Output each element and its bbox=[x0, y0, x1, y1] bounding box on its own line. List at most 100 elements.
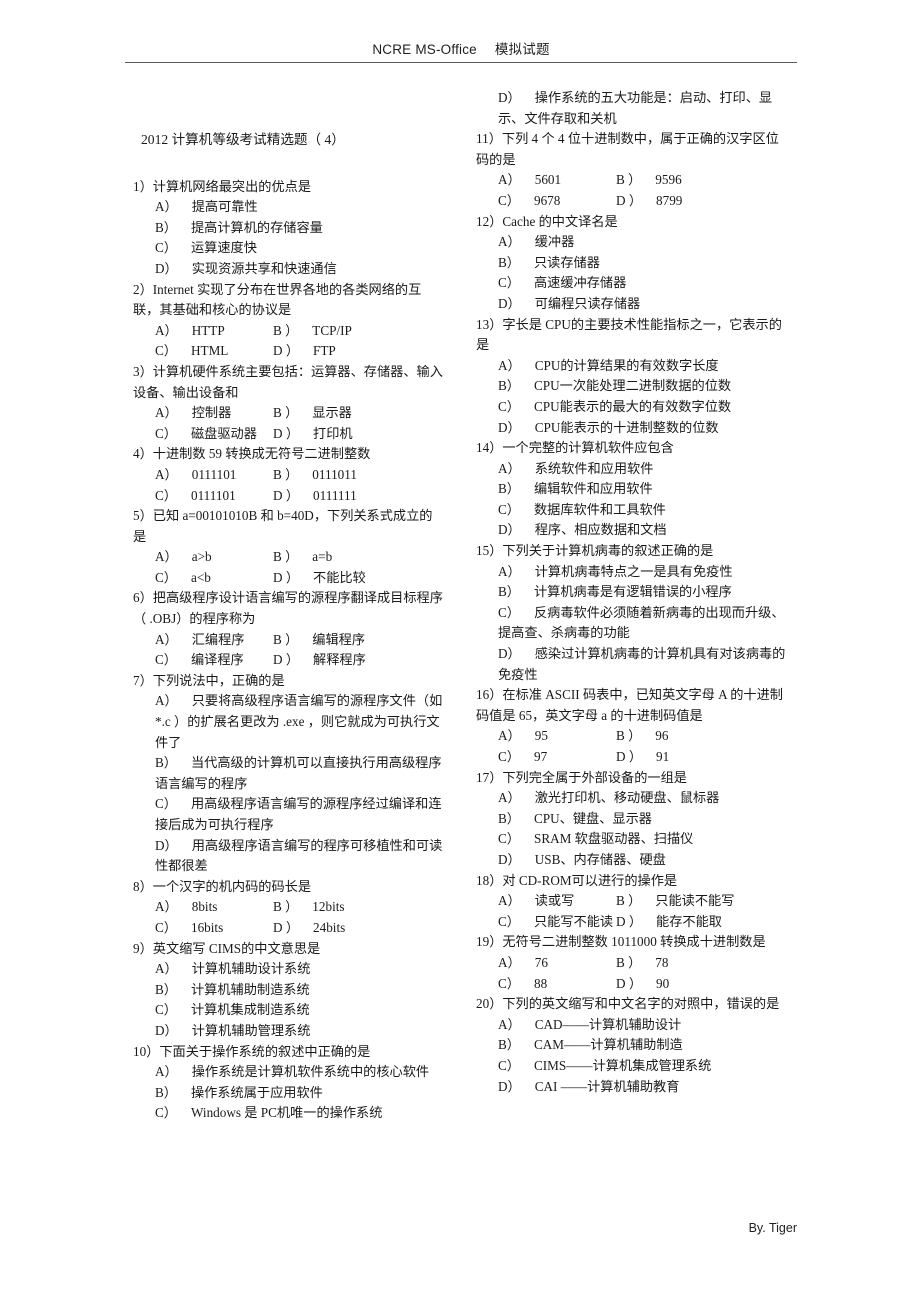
option-row[interactable]: A） 0111101 B ） 0111011 bbox=[133, 465, 445, 486]
option-item[interactable]: B ） 9596 bbox=[616, 170, 682, 191]
option-row[interactable]: A） 95 B ） 96 bbox=[476, 726, 788, 747]
option-item[interactable]: D ） 解释程序 bbox=[273, 650, 366, 671]
option-item[interactable]: D ） 不能比较 bbox=[273, 568, 366, 589]
option-item[interactable]: C） SRAM 软盘驱动器、扫描仪 bbox=[476, 829, 788, 850]
option-item[interactable]: C） 用高级程序语言编写的源程序经过编译和连接后成为可执行程序 bbox=[133, 794, 445, 835]
option-item[interactable]: B） 当代高级的计算机可以直接执行用高级程序语言编写的程序 bbox=[133, 753, 445, 794]
option-item[interactable]: C） 计算机集成制造系统 bbox=[133, 1000, 445, 1021]
option-item[interactable]: D） 计算机辅助管理系统 bbox=[133, 1021, 445, 1042]
option-item[interactable]: D ） 91 bbox=[616, 747, 669, 768]
option-item[interactable]: C） 只能写不能读 bbox=[498, 912, 616, 933]
option-item[interactable]: D ） 8799 bbox=[616, 191, 682, 212]
option-item[interactable]: C） HTML bbox=[155, 341, 273, 362]
option-row[interactable]: A） 控制器 B ） 显示器 bbox=[133, 403, 445, 424]
option-item[interactable]: C） 数据库软件和工具软件 bbox=[476, 500, 788, 521]
option-item[interactable]: B） CPU、键盘、显示器 bbox=[476, 809, 788, 830]
option-item[interactable]: A） 8bits bbox=[155, 897, 273, 918]
option-row[interactable]: A） 8bits B ） 12bits bbox=[133, 897, 445, 918]
option-item[interactable]: D ） 24bits bbox=[273, 918, 345, 939]
option-item[interactable]: B） CPU一次能处理二进制数据的位数 bbox=[476, 376, 788, 397]
option-item[interactable]: D ） 0111111 bbox=[273, 486, 357, 507]
option-item[interactable]: A） 计算机病毒特点之一是具有免疫性 bbox=[476, 562, 788, 583]
option-item[interactable]: D） 可编程只读存储器 bbox=[476, 294, 788, 315]
option-item[interactable]: D） 感染过计算机病毒的计算机具有对该病毒的免疫性 bbox=[476, 644, 788, 685]
option-item[interactable]: B ） 编辑程序 bbox=[273, 630, 365, 651]
option-item[interactable]: B） 只读存储器 bbox=[476, 253, 788, 274]
option-item[interactable]: A） 控制器 bbox=[155, 403, 273, 424]
option-row[interactable]: A） 读或写 B ） 只能读不能写 bbox=[476, 891, 788, 912]
option-row[interactable]: C） 编译程序 D ） 解释程序 bbox=[133, 650, 445, 671]
option-item[interactable]: D ） FTP bbox=[273, 341, 336, 362]
option-item[interactable]: A） 读或写 bbox=[498, 891, 616, 912]
option-item[interactable]: A） 缓冲器 bbox=[476, 232, 788, 253]
option-item[interactable]: B） 编辑软件和应用软件 bbox=[476, 479, 788, 500]
option-row[interactable]: C） 97 D ） 91 bbox=[476, 747, 788, 768]
option-item[interactable]: D） USB、内存储器、硬盘 bbox=[476, 850, 788, 871]
option-row[interactable]: A） a>b B ） a=b bbox=[133, 547, 445, 568]
option-item[interactable]: D） 程序、相应数据和文档 bbox=[476, 520, 788, 541]
option-item[interactable]: C） 高速缓冲存储器 bbox=[476, 273, 788, 294]
option-item[interactable]: B ） 只能读不能写 bbox=[616, 891, 734, 912]
option-item[interactable]: B） 操作系统属于应用软件 bbox=[133, 1083, 445, 1104]
option-item[interactable]: A） 95 bbox=[498, 726, 616, 747]
option-row[interactable]: A） 76 B ） 78 bbox=[476, 953, 788, 974]
option-item[interactable]: A） CPU的计算结果的有效数字长度 bbox=[476, 356, 788, 377]
option-item[interactable]: C） CPU能表示的最大的有效数字位数 bbox=[476, 397, 788, 418]
option-item[interactable]: B ） 12bits bbox=[273, 897, 345, 918]
option-item[interactable]: B） CAM——计算机辅助制造 bbox=[476, 1035, 788, 1056]
option-item[interactable]: D ） 打印机 bbox=[273, 424, 353, 445]
option-item[interactable]: A） 76 bbox=[498, 953, 616, 974]
option-item[interactable]: D） CAI ——计算机辅助教育 bbox=[476, 1077, 788, 1098]
option-item[interactable]: C） 0111101 bbox=[155, 486, 273, 507]
option-row[interactable]: C） HTML D ） FTP bbox=[133, 341, 445, 362]
option-row[interactable]: A） HTTP B ） TCP/IP bbox=[133, 321, 445, 342]
option-item[interactable]: A） CAD——计算机辅助设计 bbox=[476, 1015, 788, 1036]
option-item[interactable]: C） 反病毒软件必须随着新病毒的出现而升级、提高查、杀病毒的功能 bbox=[476, 603, 788, 644]
option-item[interactable]: C） 9678 bbox=[498, 191, 616, 212]
option-item[interactable]: D） 操作系统的五大功能是：启动、打印、显示、文件存取和关机 bbox=[476, 88, 788, 129]
option-item[interactable]: B） 计算机辅助制造系统 bbox=[133, 980, 445, 1001]
option-row[interactable]: C） 16bits D ） 24bits bbox=[133, 918, 445, 939]
option-item[interactable]: A） 5601 bbox=[498, 170, 616, 191]
option-item[interactable]: A） 操作系统是计算机软件系统中的核心软件 bbox=[133, 1062, 445, 1083]
option-item[interactable]: B ） 78 bbox=[616, 953, 668, 974]
option-item[interactable]: D ） 90 bbox=[616, 974, 669, 995]
option-item[interactable]: A） 0111101 bbox=[155, 465, 273, 486]
option-item[interactable]: C） a<b bbox=[155, 568, 273, 589]
option-item[interactable]: A） 系统软件和应用软件 bbox=[476, 459, 788, 480]
option-item[interactable]: B ） TCP/IP bbox=[273, 321, 352, 342]
option-item[interactable]: D） 用高级程序语言编写的程序可移植性和可读性都很差 bbox=[133, 836, 445, 877]
option-item[interactable]: C） CIMS——计算机集成管理系统 bbox=[476, 1056, 788, 1077]
option-item[interactable]: B ） a=b bbox=[273, 547, 332, 568]
option-item[interactable]: A） HTTP bbox=[155, 321, 273, 342]
option-row[interactable]: C） 0111101 D ） 0111111 bbox=[133, 486, 445, 507]
option-item[interactable]: C） 16bits bbox=[155, 918, 273, 939]
option-item[interactable]: A） 汇编程序 bbox=[155, 630, 273, 651]
option-item[interactable]: A） 提高可靠性 bbox=[133, 197, 445, 218]
option-row[interactable]: C） 磁盘驱动器 D ） 打印机 bbox=[133, 424, 445, 445]
option-row[interactable]: C） a<b D ） 不能比较 bbox=[133, 568, 445, 589]
option-item[interactable]: B） 计算机病毒是有逻辑错误的小程序 bbox=[476, 582, 788, 603]
option-row[interactable]: C） 9678 D ） 8799 bbox=[476, 191, 788, 212]
option-item[interactable]: A） 激光打印机、移动硬盘、鼠标器 bbox=[476, 788, 788, 809]
option-row[interactable]: C） 只能写不能读 D ） 能存不能取 bbox=[476, 912, 788, 933]
option-item[interactable]: A） a>b bbox=[155, 547, 273, 568]
option-item[interactable]: D ） 能存不能取 bbox=[616, 912, 722, 933]
option-item[interactable]: C） 88 bbox=[498, 974, 616, 995]
option-item[interactable]: A） 计算机辅助设计系统 bbox=[133, 959, 445, 980]
option-item[interactable]: B ） 显示器 bbox=[273, 403, 352, 424]
option-item[interactable]: A） 只要将高级程序语言编写的源程序文件（如 *.c ）的扩展名更改为 .exe… bbox=[133, 691, 445, 753]
option-item[interactable]: B ） 96 bbox=[616, 726, 668, 747]
option-item[interactable]: C） 运算速度快 bbox=[133, 238, 445, 259]
option-row[interactable]: A） 汇编程序 B ） 编辑程序 bbox=[133, 630, 445, 651]
option-item[interactable]: D） 实现资源共享和快速通信 bbox=[133, 259, 445, 280]
option-item[interactable]: C） 97 bbox=[498, 747, 616, 768]
option-item[interactable]: B ） 0111011 bbox=[273, 465, 357, 486]
option-item[interactable]: C） 磁盘驱动器 bbox=[155, 424, 273, 445]
option-item[interactable]: B） 提高计算机的存储容量 bbox=[133, 218, 445, 239]
option-item[interactable]: C） Windows 是 PC机唯一的操作系统 bbox=[133, 1103, 445, 1124]
option-item[interactable]: D） CPU能表示的十进制整数的位数 bbox=[476, 418, 788, 439]
option-row[interactable]: C） 88 D ） 90 bbox=[476, 974, 788, 995]
option-row[interactable]: A） 5601 B ） 9596 bbox=[476, 170, 788, 191]
option-item[interactable]: C） 编译程序 bbox=[155, 650, 273, 671]
